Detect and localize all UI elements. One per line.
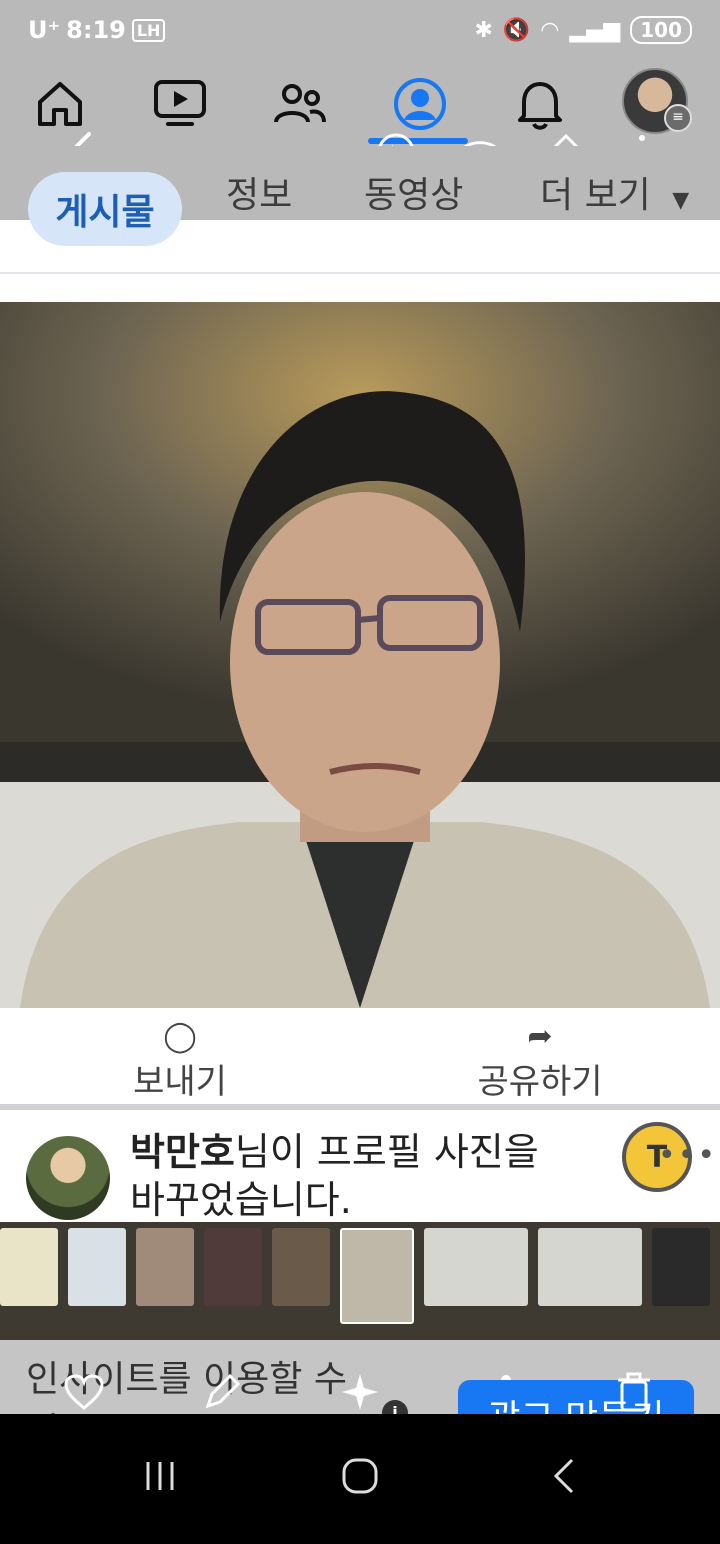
thumbnail-selected[interactable] bbox=[340, 1228, 414, 1324]
tab-info[interactable]: 정보 bbox=[226, 166, 292, 218]
trash-icon[interactable] bbox=[610, 1368, 658, 1416]
battery-indicator: 100 bbox=[630, 16, 692, 44]
lh-badge: LH bbox=[131, 18, 166, 42]
tab-posts-label: 게시물 bbox=[55, 192, 155, 233]
menu-icon[interactable]: ≡ bbox=[664, 104, 692, 132]
notifications-icon[interactable] bbox=[508, 72, 572, 136]
wifi-icon: ◠ bbox=[540, 17, 560, 43]
whatsapp-icon: ◯ bbox=[163, 1019, 197, 1054]
send-label: 보내기 bbox=[133, 1062, 227, 1102]
post-more-icon[interactable]: ••• bbox=[658, 1138, 717, 1173]
system-nav-bar bbox=[0, 1414, 720, 1544]
thumbnail[interactable] bbox=[272, 1228, 330, 1306]
send-button[interactable]: ◯ 보내기 bbox=[80, 1020, 280, 1103]
thumbnail[interactable] bbox=[204, 1228, 262, 1306]
carrier-label: U⁺ bbox=[28, 16, 61, 44]
mute-icon: 🔇 bbox=[502, 17, 531, 43]
status-bar: U⁺ 8:19 LH ✱ 🔇 ◠ ▂▄▆ 100 bbox=[0, 0, 720, 62]
thumbnail-strip bbox=[0, 1222, 720, 1340]
share-button[interactable]: ➦ 공유하기 bbox=[440, 1020, 640, 1103]
thumbnail-video[interactable] bbox=[424, 1228, 528, 1306]
tab-more-label: 더 보기 bbox=[540, 175, 651, 216]
bluetooth-icon: ✱ bbox=[474, 17, 493, 43]
thumbnail[interactable] bbox=[68, 1228, 126, 1306]
clock: 8:19 bbox=[66, 16, 126, 44]
caret-down-icon: ▼ bbox=[672, 188, 690, 213]
profile-photo[interactable] bbox=[0, 302, 720, 1008]
post-actions: ◯ 보내기 ➦ 공유하기 bbox=[0, 1010, 720, 1110]
share-label: 공유하기 bbox=[477, 1062, 603, 1102]
post: 박만호님이 프로필 사진을 바꾸었습니다. T ••• bbox=[0, 1110, 720, 1230]
top-nav: ≡ bbox=[0, 62, 720, 148]
sparkle-icon[interactable] bbox=[336, 1368, 384, 1416]
share-arrow-icon: ➦ bbox=[527, 1019, 553, 1054]
recent-apps-icon[interactable] bbox=[140, 1456, 180, 1500]
heart-icon[interactable] bbox=[60, 1368, 108, 1416]
tab-posts[interactable]: 게시물 bbox=[28, 172, 182, 246]
thumbnail[interactable] bbox=[0, 1228, 58, 1306]
thumbnail-video[interactable] bbox=[538, 1228, 642, 1306]
profile-tabs: 게시물 정보 동영상 더 보기 ▼ bbox=[0, 146, 720, 246]
divider bbox=[0, 272, 720, 274]
status-right: ✱ 🔇 ◠ ▂▄▆ 100 bbox=[474, 16, 692, 44]
post-author-name[interactable]: 박만호 bbox=[130, 1130, 235, 1174]
watch-icon[interactable] bbox=[148, 72, 212, 136]
signal-icon: ▂▄▆ bbox=[569, 17, 621, 43]
status-left: U⁺ 8:19 LH bbox=[28, 16, 166, 44]
post-author-avatar[interactable] bbox=[26, 1136, 110, 1220]
post-text: 박만호님이 프로필 사진을 바꾸었습니다. bbox=[130, 1128, 590, 1224]
thumbnail[interactable] bbox=[136, 1228, 194, 1306]
home-icon[interactable] bbox=[28, 72, 92, 136]
home-button-icon[interactable] bbox=[340, 1456, 380, 1500]
friends-icon[interactable] bbox=[268, 72, 332, 136]
post-text-line2: 바꾸었습니다. bbox=[130, 1178, 352, 1222]
tab-more[interactable]: 더 보기 ▼ bbox=[540, 166, 689, 218]
back-button-icon[interactable] bbox=[548, 1456, 578, 1500]
insight-bar: 인사이트를 이용할 수 없음 i 광고 만들기 bbox=[0, 1340, 720, 1452]
thumbnail[interactable] bbox=[652, 1228, 710, 1306]
post-text-line1: 님이 프로필 사진을 bbox=[234, 1130, 539, 1174]
tab-videos[interactable]: 동영상 bbox=[364, 166, 463, 218]
profile-icon[interactable] bbox=[388, 72, 452, 136]
edit-pencil-icon[interactable] bbox=[198, 1368, 246, 1416]
